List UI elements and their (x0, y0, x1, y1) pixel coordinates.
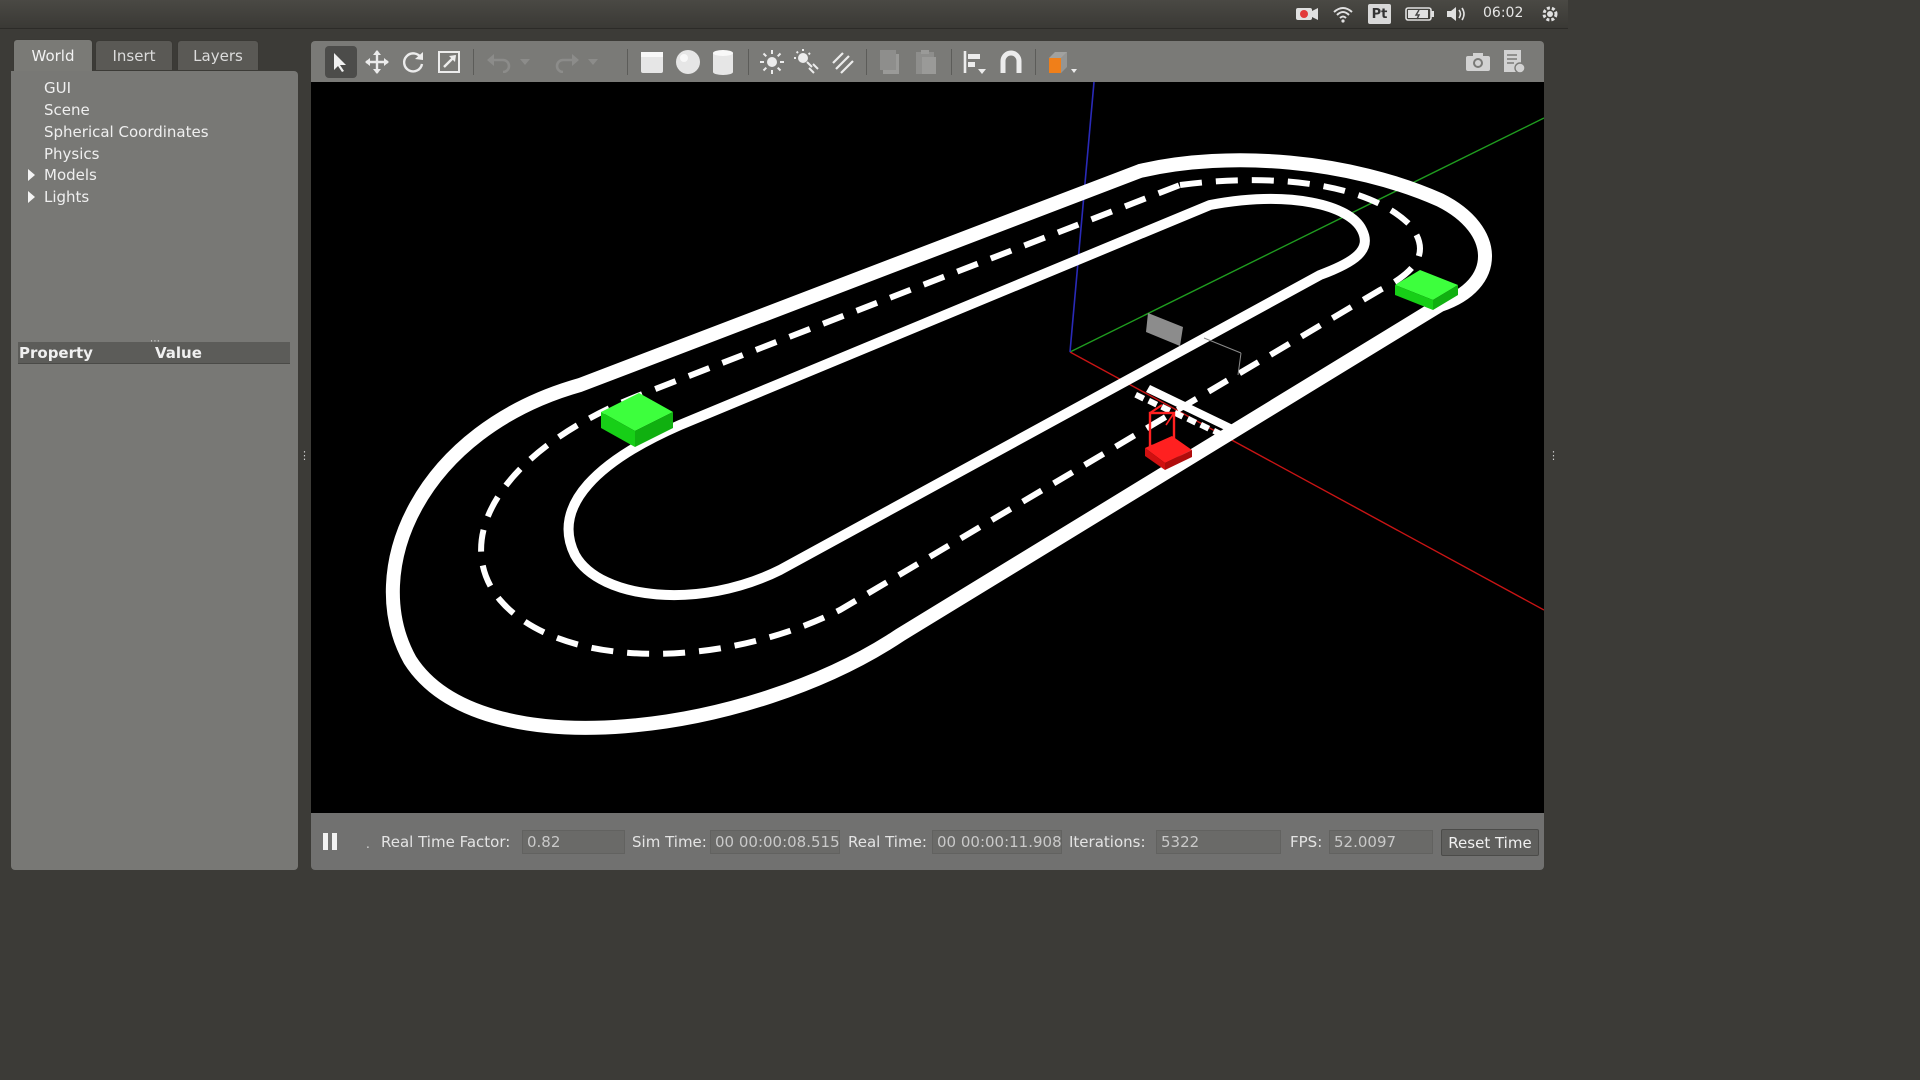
translate-icon[interactable] (361, 46, 393, 78)
simulation-status-bar: . Real Time Factor: 0.82 Sim Time: 00 00… (311, 813, 1544, 870)
step-indicator: . (366, 837, 370, 851)
spot-light-icon[interactable] (791, 46, 823, 78)
real-time-label: Real Time: (848, 833, 927, 851)
screenshot-camera-icon[interactable] (1462, 46, 1494, 78)
world-tree-panel: GUI Scene Spherical Coordinates Physics … (11, 71, 298, 870)
toolbar-separator (866, 49, 867, 75)
sim-time-field: 00 00:00:08.515 (710, 830, 840, 854)
record-icon[interactable] (1294, 4, 1320, 24)
left-panel: World Insert Layers GUI Scene Spherical … (11, 39, 298, 870)
sim-time-label: Sim Time: (632, 833, 707, 851)
3d-viewport[interactable] (311, 82, 1544, 813)
align-icon[interactable] (959, 46, 991, 78)
wifi-icon[interactable] (1331, 4, 1355, 24)
real-time-field: 00 00:00:11.908 (932, 830, 1062, 854)
property-table-header: Property Value (18, 342, 290, 364)
copy-icon[interactable] (874, 46, 906, 78)
select-arrow-icon[interactable] (325, 46, 357, 78)
axis-z-line (1069, 82, 1095, 353)
column-header-value[interactable]: Value (155, 344, 202, 362)
tab-insert[interactable]: Insert (95, 40, 173, 70)
pause-button[interactable] (320, 830, 344, 854)
track-outer-boundary (385, 153, 1492, 735)
expand-arrow-icon[interactable] (28, 169, 35, 181)
redo-icon[interactable] (551, 46, 583, 78)
tree-item-lights[interactable]: Lights (44, 188, 89, 206)
undo-dropdown-icon[interactable] (517, 46, 533, 78)
collapse-right-handle-icon[interactable]: ⋮ (1548, 449, 1559, 462)
pt-input-label: Pt (1371, 6, 1388, 22)
battery-icon[interactable] (1404, 4, 1436, 24)
toolbar-separator (951, 49, 952, 75)
log-icon[interactable] (1498, 46, 1530, 78)
rotate-icon[interactable] (397, 46, 429, 78)
volume-icon[interactable] (1445, 4, 1469, 24)
reset-time-button[interactable]: Reset Time (1441, 829, 1539, 856)
fps-field: 52.0097 (1329, 830, 1433, 854)
directional-light-icon[interactable] (826, 46, 858, 78)
pause-icon (323, 833, 328, 850)
main-toolbar (311, 41, 1544, 82)
green-obstacle-box[interactable] (601, 393, 673, 447)
view-angle-icon[interactable] (1041, 46, 1081, 78)
tree-item-models[interactable]: Models (44, 166, 97, 184)
toolbar-separator (748, 49, 749, 75)
redo-dropdown-icon[interactable] (585, 46, 601, 78)
tree-item-spherical-coordinates[interactable]: Spherical Coordinates (44, 123, 209, 141)
sphere-shape-icon[interactable] (672, 46, 704, 78)
scene-canvas (385, 82, 1544, 735)
real-time-factor-label: Real Time Factor: (381, 833, 511, 851)
pause-icon (332, 833, 337, 850)
toolbar-separator (473, 49, 474, 75)
cylinder-shape-icon[interactable] (707, 46, 739, 78)
tree-item-gui[interactable]: GUI (44, 79, 71, 97)
tab-world[interactable]: World (13, 39, 93, 71)
clock[interactable]: 06:02 (1483, 5, 1523, 21)
scale-icon[interactable] (433, 46, 465, 78)
collapse-left-handle-icon[interactable]: ⋮ (299, 449, 310, 462)
fps-label: FPS: (1290, 833, 1323, 851)
snap-magnet-icon[interactable] (995, 46, 1027, 78)
settings-gear-icon[interactable] (1539, 4, 1561, 24)
toolbar-separator (627, 49, 628, 75)
undo-icon[interactable] (483, 46, 515, 78)
tree-item-physics[interactable]: Physics (44, 145, 99, 163)
tab-layers[interactable]: Layers (177, 40, 259, 70)
box-shape-icon[interactable] (636, 46, 668, 78)
toolbar-separator (1035, 49, 1036, 75)
expand-arrow-icon[interactable] (28, 191, 35, 203)
pt-input-icon[interactable]: Pt (1368, 4, 1391, 24)
paste-icon[interactable] (910, 46, 942, 78)
iterations-label: Iterations: (1069, 833, 1146, 851)
tree-item-scene[interactable]: Scene (44, 101, 90, 119)
column-header-property[interactable]: Property (19, 344, 93, 362)
real-time-factor-field: 0.82 (522, 830, 625, 854)
point-light-icon[interactable] (756, 46, 788, 78)
system-top-bar: Pt 06:02 (0, 0, 1568, 29)
iterations-field: 5322 (1156, 830, 1281, 854)
